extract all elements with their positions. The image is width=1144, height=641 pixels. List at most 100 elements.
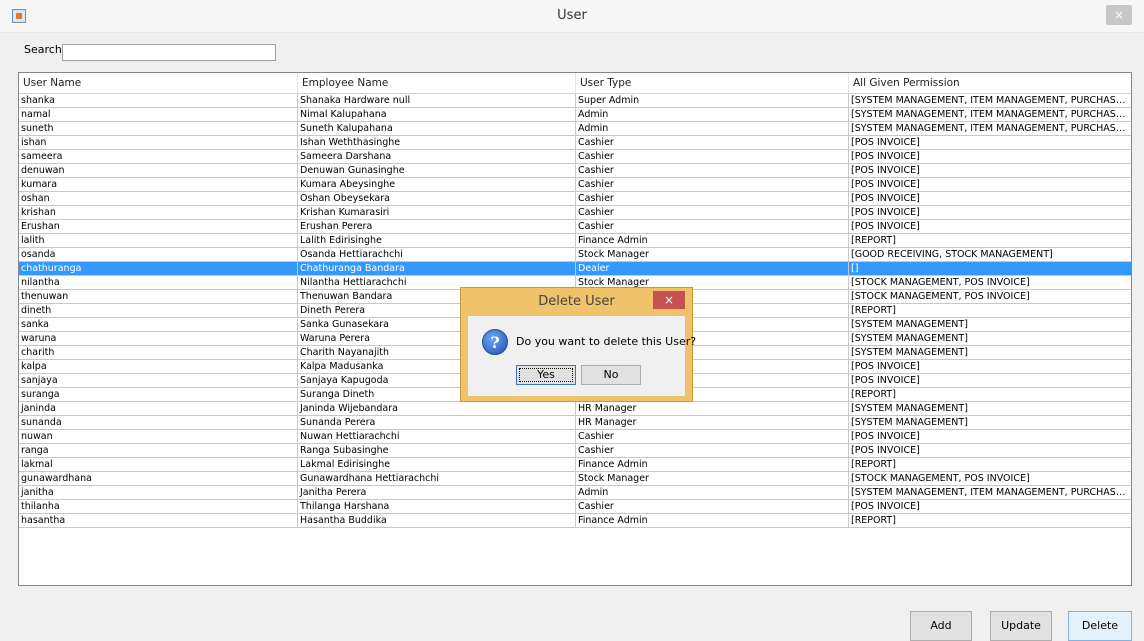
cell-permissions: [STOCK MANAGEMENT, POS INVOICE]: [851, 291, 1030, 302]
column-header-permissions[interactable]: All Given Permission: [849, 73, 1131, 93]
table-row[interactable]: sunanda Sunanda Perera HR Manager [SYSTEM M…: [19, 416, 1131, 430]
yes-button[interactable]: Yes: [516, 365, 576, 385]
cell-employee-name: Gunawardhana Hettiarachchi: [298, 472, 576, 485]
cell-user-type: Admin: [576, 486, 849, 499]
cell-user-name: lakmal: [19, 458, 298, 471]
cell-user-name: sameera: [19, 150, 298, 163]
cell-user-name: ranga: [19, 444, 298, 457]
table-row[interactable]: chathuranga Chathuranga Bandara Dealer[]: [19, 262, 1131, 276]
cell-employee-name: Ishan Weththasinghe: [298, 136, 576, 149]
no-button[interactable]: No: [581, 365, 641, 385]
cell-permissions: [GOOD RECEIVING, STOCK MANAGEMENT]: [851, 249, 1053, 260]
cell-user-name: sunanda: [19, 416, 298, 429]
cell-user-type: Cashier: [576, 444, 849, 457]
table-row[interactable]: hasantha Hasantha Buddika Finance Admin [RE…: [19, 514, 1131, 528]
column-header-user-type[interactable]: User Type: [576, 73, 849, 93]
window-title: User: [557, 8, 587, 23]
cell-user-name: kalpa: [19, 360, 298, 373]
table-row[interactable]: namal Nimal Kalupahana Admin [SYSTEM MANAGE…: [19, 108, 1131, 122]
dialog-body: ? Do you want to delete this User? Yes N…: [468, 316, 696, 396]
cell-permissions: [SYSTEM MANAGEMENT, ITEM MANAGEMENT, PUR…: [851, 95, 1131, 106]
search-input[interactable]: [62, 44, 276, 61]
delete-button[interactable]: Delete: [1068, 611, 1132, 641]
table-row[interactable]: gunawardhana Gunawardhana Hettiarachchi St…: [19, 472, 1131, 486]
cell-user-name: ishan: [19, 136, 298, 149]
update-button[interactable]: Update: [990, 611, 1052, 641]
table-row[interactable]: sameera Sameera Darshana Cashier [POS INVOI…: [19, 150, 1131, 164]
table-row[interactable]: nuwan Nuwan Hettiarachchi Cashier [POS INVO…: [19, 430, 1131, 444]
cell-permissions: [SYSTEM MANAGEMENT]: [851, 319, 968, 330]
cell-employee-name: Nimal Kalupahana: [298, 108, 576, 121]
cell-employee-name: Erushan Perera: [298, 220, 576, 233]
delete-user-dialog: Delete User × ? Do you want to delete th…: [460, 287, 696, 402]
table-row[interactable]: osanda Osanda Hettiarachchi Stock Manager[…: [19, 248, 1131, 262]
table-row[interactable]: oshan Oshan Obeysekara Cashier [POS INVOICE…: [19, 192, 1131, 206]
cell-user-name: Erushan: [19, 220, 298, 233]
cell-employee-name: Ranga Subasinghe: [298, 444, 576, 457]
cell-user-name: denuwan: [19, 164, 298, 177]
table-row[interactable]: ishan Ishan Weththasinghe Cashier [POS INVO…: [19, 136, 1131, 150]
table-row[interactable]: janitha Janitha Perera Admin [SYSTEM MANAGE…: [19, 486, 1131, 500]
cell-user-name: osanda: [19, 248, 298, 261]
cell-employee-name: Sunanda Perera: [298, 416, 576, 429]
cell-user-name: hasantha: [19, 514, 298, 527]
cell-user-type: Finance Admin: [576, 458, 849, 471]
cell-user-type: Stock Manager: [576, 248, 849, 261]
table-row[interactable]: ranga Ranga Subasinghe Cashier [POS INVOICE…: [19, 444, 1131, 458]
cell-permissions: [POS INVOICE]: [851, 431, 920, 442]
cell-employee-name: Thilanga Harshana: [298, 500, 576, 513]
user-window: User × Search User Name Employee Name Us…: [0, 0, 1144, 641]
cell-user-type: Dealer: [576, 262, 849, 275]
cell-user-name: thenuwan: [19, 290, 298, 303]
cell-permissions: [SYSTEM MANAGEMENT, ITEM MANAGEMENT, PUR…: [851, 487, 1131, 498]
table-row[interactable]: Erushan Erushan Perera Cashier [POS INVOICE…: [19, 220, 1131, 234]
cell-user-name: namal: [19, 108, 298, 121]
cell-user-name: chathuranga: [19, 262, 298, 275]
cell-user-type: Cashier: [576, 500, 849, 513]
cell-user-name: suneth: [19, 122, 298, 135]
title-bar[interactable]: User ×: [0, 0, 1144, 33]
window-close-button[interactable]: ×: [1106, 5, 1132, 25]
table-row[interactable]: shanka Shanaka Hardware null Super Admin [S…: [19, 94, 1131, 108]
dialog-close-button[interactable]: ×: [653, 291, 685, 309]
cell-user-type: Admin: [576, 108, 849, 121]
cell-user-type: Stock Manager: [576, 472, 849, 485]
cell-user-type: HR Manager: [576, 402, 849, 415]
cell-employee-name: Lalith Edirisinghe: [298, 234, 576, 247]
cell-user-type: Admin: [576, 122, 849, 135]
cell-permissions: [POS INVOICE]: [851, 137, 920, 148]
cell-employee-name: Sameera Darshana: [298, 150, 576, 163]
column-header-user-name[interactable]: User Name: [19, 73, 298, 93]
cell-employee-name: Lakmal Edirisinghe: [298, 458, 576, 471]
table-row[interactable]: janinda Janinda Wijebandara HR Manager [SYS…: [19, 402, 1131, 416]
cell-permissions: [POS INVOICE]: [851, 445, 920, 456]
cell-permissions: [STOCK MANAGEMENT, POS INVOICE]: [851, 473, 1030, 484]
cell-user-name: krishan: [19, 206, 298, 219]
cell-permissions: [POS INVOICE]: [851, 375, 920, 386]
table-row[interactable]: lalith Lalith Edirisinghe Finance Admin [RE…: [19, 234, 1131, 248]
cell-employee-name: Osanda Hettiarachchi: [298, 248, 576, 261]
table-row[interactable]: krishan Krishan Kumarasiri Cashier [POS INV…: [19, 206, 1131, 220]
add-button[interactable]: Add: [910, 611, 972, 641]
cell-user-type: Cashier: [576, 164, 849, 177]
cell-employee-name: Chathuranga Bandara: [298, 262, 576, 275]
cell-permissions: [SYSTEM MANAGEMENT]: [851, 417, 968, 428]
cell-permissions: [POS INVOICE]: [851, 361, 920, 372]
table-row[interactable]: denuwan Denuwan Gunasinghe Cashier [POS INV…: [19, 164, 1131, 178]
cell-permissions: [REPORT]: [851, 305, 896, 316]
cell-user-name: lalith: [19, 234, 298, 247]
cell-employee-name: Janitha Perera: [298, 486, 576, 499]
table-row[interactable]: lakmal Lakmal Edirisinghe Finance Admin [RE…: [19, 458, 1131, 472]
cell-employee-name: Oshan Obeysekara: [298, 192, 576, 205]
cell-user-name: janinda: [19, 402, 298, 415]
cell-permissions: [SYSTEM MANAGEMENT, ITEM MANAGEMENT, PUR…: [851, 123, 1131, 134]
cell-user-name: waruna: [19, 332, 298, 345]
cell-permissions: [SYSTEM MANAGEMENT]: [851, 333, 968, 344]
cell-user-type: Cashier: [576, 206, 849, 219]
cell-user-name: sanjaya: [19, 374, 298, 387]
cell-permissions: [REPORT]: [851, 459, 896, 470]
table-row[interactable]: suneth Suneth Kalupahana Admin [SYSTEM MANA…: [19, 122, 1131, 136]
table-row[interactable]: kumara Kumara Abeysinghe Cashier [POS INVOI…: [19, 178, 1131, 192]
table-row[interactable]: thilanha Thilanga Harshana Cashier [POS INV…: [19, 500, 1131, 514]
column-header-employee-name[interactable]: Employee Name: [298, 73, 576, 93]
